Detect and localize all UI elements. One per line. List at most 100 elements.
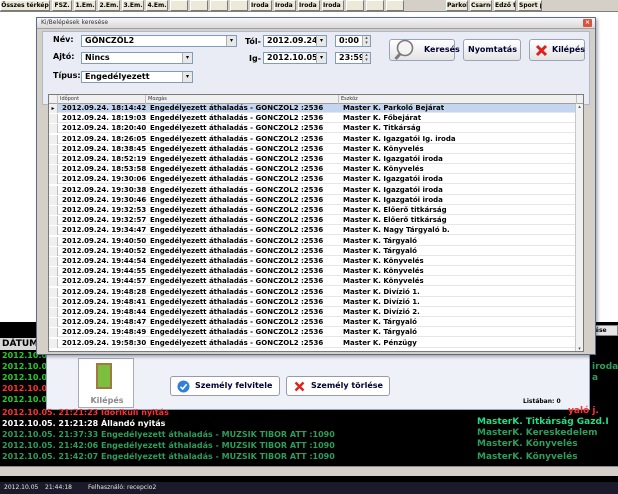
cell-movement: Engedélyezett áthaladás - GÖNCZÖL2 :2536 xyxy=(150,175,324,184)
tab-empty-6[interactable] xyxy=(366,0,384,11)
cell-time: 2012.09.24. 18:52:19 xyxy=(62,155,146,163)
column-header-movement[interactable]: Mozgás xyxy=(146,95,339,104)
close-icon[interactable]: × xyxy=(583,19,592,27)
table-vertical-scrollbar[interactable]: ▴ ▾ xyxy=(575,104,583,351)
spinner-arrows-icon[interactable]: ▴ ▾ xyxy=(362,36,370,46)
door-select[interactable]: Nincs ▾ xyxy=(81,52,193,64)
chevron-down-icon[interactable]: ▾ xyxy=(182,72,192,82)
table-row[interactable]: 2012.09.24. 18:52:19 Engedélyezett áthala… xyxy=(49,155,577,164)
status-user: Felhasználó: recepcio2 xyxy=(88,484,157,491)
table-row[interactable]: 2012.09.24. 19:58:30 Engedélyezett áthala… xyxy=(49,338,577,348)
cell-movement: Engedélyezett áthaladás - GÖNCZÖL2 :2536 xyxy=(150,185,324,194)
table-row[interactable]: 2012.09.24. 19:32:57 Engedélyezett áthala… xyxy=(49,216,577,226)
log-right-text: a xyxy=(592,373,599,383)
delete-person-button[interactable]: Személy törlése xyxy=(286,376,390,396)
table-row[interactable]: 2012.09.24. 18:26:05 Engedélyezett áthala… xyxy=(49,134,577,144)
table-row[interactable]: 2012.09.24. 19:48:49 Engedélyezett áthala… xyxy=(49,328,577,338)
name-select[interactable]: GÖNCZÖL2 ▾ xyxy=(81,35,237,47)
tab-empty-4[interactable] xyxy=(230,0,248,11)
dialog-title: Ki/Belépések keresése xyxy=(41,19,109,26)
table-row[interactable]: 2012.09.24. 19:48:41 Engedélyezett áthala… xyxy=(49,297,577,307)
table-row[interactable]: 2012.09.24. 19:48:44 Engedélyezett áthala… xyxy=(49,308,577,317)
add-person-button[interactable]: Személy felvitele xyxy=(170,376,280,396)
tab-iroda3[interactable]: Iroda 3. xyxy=(298,0,320,11)
log-right-text: MasterK. Kereskedelem xyxy=(477,428,598,438)
table-row[interactable]: 2012.09.24. 19:44:57 Engedélyezett áthala… xyxy=(49,277,577,287)
type-label: Típus: xyxy=(53,71,81,80)
tab-em4[interactable]: 4.Em. xyxy=(146,0,168,11)
column-header-device[interactable]: Eszköz xyxy=(339,95,577,104)
cell-movement: Engedélyezett áthaladás - GÖNCZÖL2 :2536 xyxy=(150,216,324,225)
table-row[interactable]: 2012.09.24. 19:30:38 Engedélyezett áthala… xyxy=(49,185,577,195)
cell-time: 2012.09.24. 19:40:52 xyxy=(62,246,146,255)
log-horizontal-scrollbar[interactable] xyxy=(0,466,618,476)
table-row[interactable]: 2012.09.24. 18:19:03 Engedélyezett áthala… xyxy=(49,114,577,124)
log-right-text: yaló j. xyxy=(568,406,599,416)
table-row[interactable]: 2012.09.24. 18:53:58 Engedélyezett áthala… xyxy=(49,165,577,175)
tab-edzo[interactable]: Edző t. xyxy=(494,0,516,11)
tab-em1[interactable]: 1.Em. xyxy=(74,0,96,11)
tab-empty-3[interactable] xyxy=(210,0,228,11)
results-table: Időpont Mozgás Eszköz ▸ 2012.09.24. 18:14… xyxy=(48,94,584,352)
list-count: Listában: 0 xyxy=(523,398,561,405)
type-select[interactable]: Engedélyezett ▾ xyxy=(81,71,193,83)
chevron-down-icon[interactable]: ▾ xyxy=(316,53,326,63)
table-row[interactable]: ▸ 2012.09.24. 18:14:42 Engedélyezett áthal… xyxy=(49,104,577,113)
chevron-down-icon[interactable]: ▾ xyxy=(182,53,192,63)
row-indicator xyxy=(49,328,58,338)
tab-em2[interactable]: 2.Em. xyxy=(98,0,120,11)
table-row[interactable]: 2012.09.24. 18:38:45 Engedélyezett áthala… xyxy=(49,144,577,154)
cell-movement: Engedélyezett áthaladás - GÖNCZÖL2 :2536 xyxy=(150,257,324,265)
column-header-time[interactable]: Időpont xyxy=(58,95,146,104)
tab-empty-1[interactable] xyxy=(170,0,188,11)
table-row[interactable]: 2012.09.24. 19:48:47 Engedélyezett áthala… xyxy=(49,318,577,328)
cell-device: Master K. Nagy Tárgyaló b. xyxy=(343,226,450,235)
cell-device: Master K. Igazgatói Ig. iroda xyxy=(343,134,456,143)
tab-empty-5[interactable] xyxy=(346,0,364,11)
from-date-value: 2012.09.24. xyxy=(267,36,321,45)
to-time-value: 23:59 xyxy=(339,53,365,62)
tab-osszes-terkep[interactable]: Összes térkép xyxy=(0,0,50,11)
tab-iroda1[interactable]: Iroda 1. xyxy=(250,0,272,11)
scroll-down-icon[interactable]: ▾ xyxy=(576,346,583,351)
search-button-label: Keresés xyxy=(424,45,460,54)
tab-fsz[interactable]: FSZ. xyxy=(52,0,72,11)
spinner-arrows-icon[interactable]: ▴ ▾ xyxy=(362,53,370,63)
to-date-picker[interactable]: 2012.10.05. ▾ xyxy=(263,52,327,64)
checkmark-icon xyxy=(177,380,190,393)
scroll-up-icon[interactable]: ▴ xyxy=(576,104,583,111)
table-row[interactable]: 2012.09.24. 19:40:52 Engedélyezett áthala… xyxy=(49,246,577,256)
table-row[interactable]: 2012.09.24. 19:48:28 Engedélyezett áthala… xyxy=(49,287,577,297)
table-row[interactable]: 2012.09.24. 19:30:46 Engedélyezett áthala… xyxy=(49,195,577,205)
exit-tile-button[interactable]: Kilépés xyxy=(78,358,134,408)
table-row[interactable]: 2012.09.24. 19:44:54 Engedélyezett áthala… xyxy=(49,257,577,266)
door-icon xyxy=(96,363,112,389)
row-indicator xyxy=(49,206,58,215)
row-indicator xyxy=(49,165,58,175)
from-time-spinner[interactable]: 0:00 ▴ ▾ xyxy=(335,35,371,47)
to-time-spinner[interactable]: 23:59 ▴ ▾ xyxy=(335,52,371,64)
exit-button[interactable]: Kilépés xyxy=(529,39,585,61)
chevron-down-icon[interactable]: ▾ xyxy=(226,36,236,46)
dialog-titlebar[interactable]: Ki/Belépések keresése × xyxy=(37,18,595,29)
from-date-picker[interactable]: 2012.09.24. ▾ xyxy=(263,35,327,47)
cell-movement: Engedélyezett áthaladás - GÖNCZÖL2 :2536 xyxy=(150,226,324,235)
tab-iroda2[interactable]: Iroda 2. xyxy=(274,0,296,11)
tab-parkolo[interactable]: Parkoló xyxy=(446,0,468,11)
table-row[interactable]: 2012.09.24. 18:20:40 Engedélyezett áthala… xyxy=(49,124,577,134)
chevron-down-icon[interactable]: ▾ xyxy=(316,36,326,46)
table-row[interactable]: 2012.09.24. 19:34:47 Engedélyezett áthala… xyxy=(49,226,577,236)
table-row[interactable]: 2012.09.24. 19:30:06 Engedélyezett áthala… xyxy=(49,175,577,185)
tab-iroda4[interactable]: Iroda 4. xyxy=(322,0,344,11)
print-button[interactable]: Nyomtatás xyxy=(463,39,521,61)
table-row[interactable]: 2012.09.24. 19:40:50 Engedélyezett áthala… xyxy=(49,236,577,246)
tab-csarnok[interactable]: Csarnok xyxy=(470,0,492,11)
tab-sport[interactable]: Sport p. xyxy=(518,0,542,11)
tab-empty-7[interactable] xyxy=(386,0,404,11)
table-row[interactable]: 2012.09.24. 19:32:53 Engedélyezett áthala… xyxy=(49,206,577,215)
tab-empty-2[interactable] xyxy=(190,0,208,11)
table-row[interactable]: 2012.09.24. 19:44:55 Engedélyezett áthala… xyxy=(49,267,577,277)
search-button[interactable]: Keresés xyxy=(389,39,460,61)
row-indicator xyxy=(49,277,58,287)
tab-em3[interactable]: 3.Em. xyxy=(122,0,144,11)
